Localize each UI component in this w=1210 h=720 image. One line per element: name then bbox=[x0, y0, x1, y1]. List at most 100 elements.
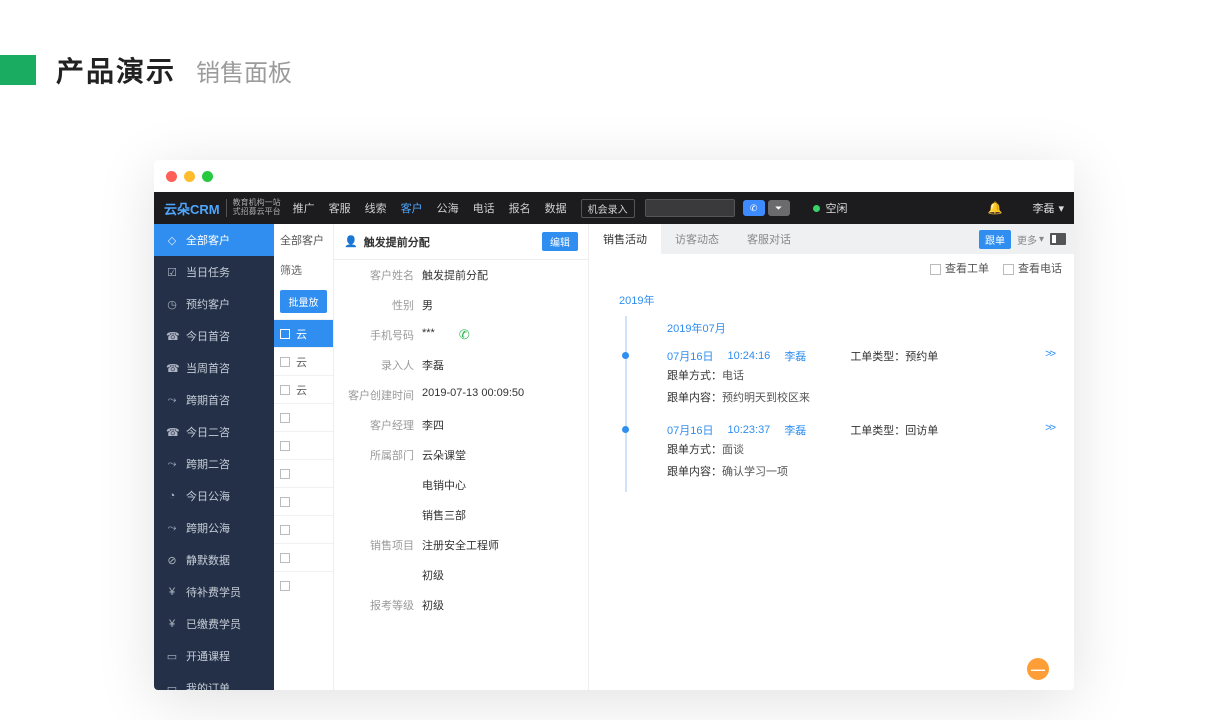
green-accent-bar bbox=[0, 55, 36, 85]
nav-item[interactable]: 客服 bbox=[329, 200, 351, 216]
sidebar-icon: ☎ bbox=[166, 426, 178, 439]
sidebar-item-label: 当周首咨 bbox=[186, 360, 230, 376]
search-input[interactable] bbox=[645, 199, 735, 217]
view-call-checkbox[interactable]: 查看电话 bbox=[1003, 260, 1062, 276]
sidebar-icon: ◇ bbox=[166, 234, 178, 247]
table-row[interactable]: 云 bbox=[274, 347, 333, 375]
table-row[interactable]: 云 bbox=[274, 375, 333, 403]
sidebar-item[interactable]: ☎今日首咨 bbox=[154, 320, 274, 352]
nav-item[interactable]: 报名 bbox=[509, 200, 531, 216]
row-checkbox[interactable] bbox=[280, 497, 290, 507]
sidebar-item[interactable]: ◇全部客户 bbox=[154, 224, 274, 256]
entry-line: 跟单内容：预约明天到校区来 bbox=[667, 386, 1054, 408]
activity-tab[interactable]: 访客动态 bbox=[661, 224, 733, 254]
table-row[interactable] bbox=[274, 571, 333, 599]
field-value: 销售三部 bbox=[422, 507, 466, 523]
timeline: 2019年 2019年07月 07月16日10:24:16李磊工单类型：预约单跟… bbox=[589, 282, 1074, 498]
detail-header: 👤 触发提前分配 编辑 bbox=[334, 224, 588, 260]
view-workorder-checkbox[interactable]: 查看工单 bbox=[930, 260, 989, 276]
detail-field: 所属部门云朵课堂 bbox=[334, 440, 588, 470]
activity-tab[interactable]: 销售活动 bbox=[589, 224, 661, 254]
table-row[interactable] bbox=[274, 431, 333, 459]
row-checkbox[interactable] bbox=[280, 413, 290, 423]
sidebar-item[interactable]: ⤳跨期首咨 bbox=[154, 384, 274, 416]
field-label bbox=[344, 567, 414, 583]
table-row[interactable]: 云 bbox=[274, 319, 333, 347]
opportunity-entry-button[interactable]: 机会录入 bbox=[581, 199, 635, 218]
table-row[interactable] bbox=[274, 543, 333, 571]
customer-detail-panel: 👤 触发提前分配 编辑 客户姓名触发提前分配性别男手机号码***✆录入人李磊客户… bbox=[334, 224, 589, 690]
sidebar-item-label: 预约客户 bbox=[186, 296, 230, 312]
field-label bbox=[344, 477, 414, 493]
sidebar-item[interactable]: ▭开通课程 bbox=[154, 640, 274, 672]
sidebar-item[interactable]: ☎今日二咨 bbox=[154, 416, 274, 448]
top-bar: 云朵CRM 教育机构一站式招募云平台 推广客服线索客户公海电话报名数据 机会录入… bbox=[154, 192, 1074, 224]
maximize-icon[interactable] bbox=[202, 171, 213, 182]
sidebar-item[interactable]: ◷预约客户 bbox=[154, 288, 274, 320]
sidebar-icon: ⤳ bbox=[166, 522, 178, 535]
nav-item[interactable]: 客户 bbox=[401, 200, 423, 216]
more-dropdown[interactable]: 更多 ▾ bbox=[1017, 232, 1044, 247]
user-menu[interactable]: 李磊 ▾ bbox=[1032, 200, 1064, 216]
row-checkbox[interactable] bbox=[280, 329, 290, 339]
hangup-icon[interactable]: ⏷ bbox=[768, 200, 790, 216]
field-label: 性别 bbox=[344, 297, 414, 313]
agent-status[interactable]: 空闲 bbox=[813, 200, 848, 216]
sidebar-item[interactable]: ¥待补费学员 bbox=[154, 576, 274, 608]
sidebar-item[interactable]: ◔今日公海 bbox=[154, 480, 274, 512]
bulk-action-button[interactable]: 批量放 bbox=[280, 290, 327, 313]
edit-button[interactable]: 编辑 bbox=[542, 232, 578, 251]
activity-filters: 查看工单 查看电话 bbox=[589, 254, 1074, 282]
nav-item[interactable]: 线索 bbox=[365, 200, 387, 216]
sidebar-item[interactable]: ¥已缴费学员 bbox=[154, 608, 274, 640]
entry-header: 07月16日10:23:37李磊工单类型：回访单 bbox=[667, 422, 1054, 438]
sidebar-item[interactable]: ⤳跨期二咨 bbox=[154, 448, 274, 480]
table-row[interactable] bbox=[274, 515, 333, 543]
customer-list-column: 全部客户 筛选 批量放 云云云 bbox=[274, 224, 334, 690]
field-value: 初级 bbox=[422, 597, 444, 613]
logo-text: 云朵CRM bbox=[164, 199, 220, 218]
call-icon[interactable]: ✆ bbox=[743, 200, 765, 216]
row-checkbox[interactable] bbox=[280, 357, 290, 367]
sidebar-item-label: 已缴费学员 bbox=[186, 616, 241, 632]
logo-subtitle: 教育机构一站式招募云平台 bbox=[226, 199, 281, 217]
row-checkbox[interactable] bbox=[280, 581, 290, 591]
detail-field: 销售项目注册安全工程师 bbox=[334, 530, 588, 560]
sidebar-item[interactable]: ☑当日任务 bbox=[154, 256, 274, 288]
close-icon[interactable] bbox=[166, 171, 177, 182]
nav-item[interactable]: 推广 bbox=[293, 200, 315, 216]
activity-tab[interactable]: 客服对话 bbox=[733, 224, 805, 254]
row-checkbox[interactable] bbox=[280, 553, 290, 563]
logo: 云朵CRM 教育机构一站式招募云平台 bbox=[164, 199, 281, 218]
filter-row[interactable]: 筛选 bbox=[274, 256, 333, 284]
minimize-icon[interactable] bbox=[184, 171, 195, 182]
row-checkbox[interactable] bbox=[280, 469, 290, 479]
expand-icon[interactable]: >> bbox=[1045, 422, 1054, 434]
fab-button[interactable]: — bbox=[1027, 658, 1049, 680]
top-nav: 推广客服线索客户公海电话报名数据 bbox=[293, 200, 567, 216]
row-checkbox[interactable] bbox=[280, 525, 290, 535]
nav-item[interactable]: 数据 bbox=[545, 200, 567, 216]
nav-item[interactable]: 公海 bbox=[437, 200, 459, 216]
window-traffic-lights bbox=[154, 160, 1074, 192]
row-checkbox[interactable] bbox=[280, 385, 290, 395]
table-row[interactable] bbox=[274, 459, 333, 487]
expand-icon[interactable]: >> bbox=[1045, 348, 1054, 360]
sidebar-item[interactable]: ⤳跨期公海 bbox=[154, 512, 274, 544]
detail-field: 销售三部 bbox=[334, 500, 588, 530]
row-checkbox[interactable] bbox=[280, 441, 290, 451]
nav-item[interactable]: 电话 bbox=[473, 200, 495, 216]
sidebar-item[interactable]: ☎当周首咨 bbox=[154, 352, 274, 384]
sidebar-item[interactable]: ▭我的订单 bbox=[154, 672, 274, 690]
follow-tag[interactable]: 跟单 bbox=[979, 230, 1011, 249]
field-label bbox=[344, 507, 414, 523]
timeline-month: 2019年07月 bbox=[625, 316, 1054, 344]
sidebar-item[interactable]: ⊘静默数据 bbox=[154, 544, 274, 576]
layout-icon[interactable] bbox=[1050, 233, 1066, 245]
table-row[interactable] bbox=[274, 403, 333, 431]
slide-title-sub: 销售面板 bbox=[196, 53, 292, 88]
bell-icon[interactable]: 🔔 bbox=[988, 201, 1003, 215]
field-label: 手机号码 bbox=[344, 327, 414, 343]
table-row[interactable] bbox=[274, 487, 333, 515]
phone-icon[interactable]: ✆ bbox=[459, 327, 470, 343]
